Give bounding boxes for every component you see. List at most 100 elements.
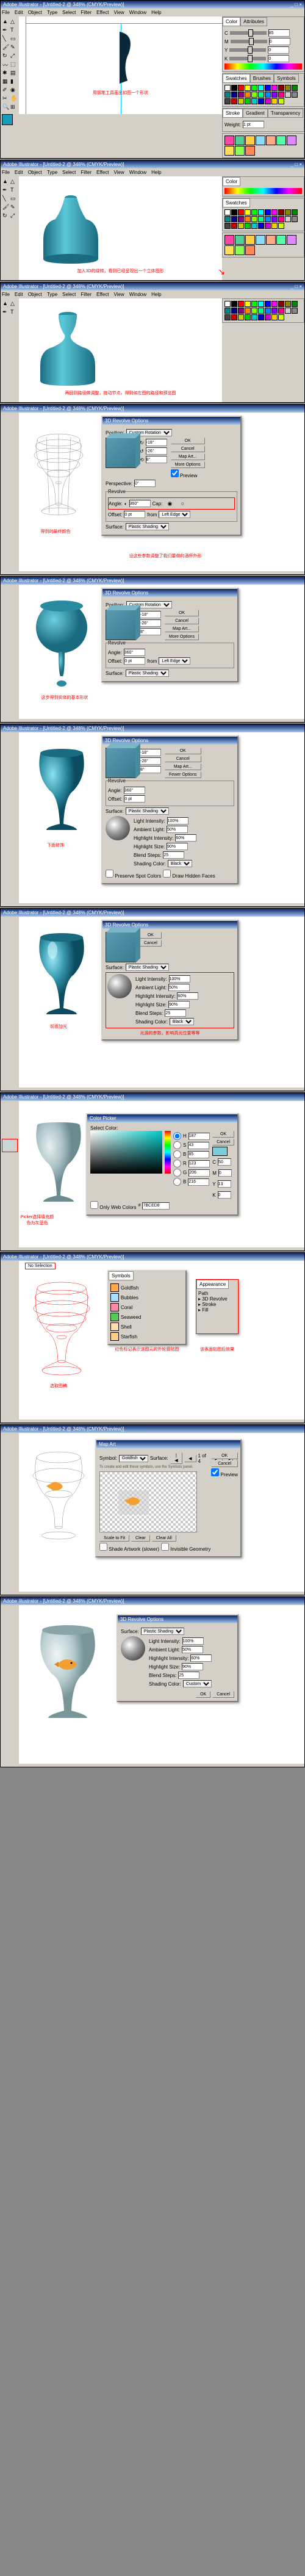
symbol-thumb[interactable] xyxy=(110,1303,119,1311)
symbol-tool[interactable]: ✱ xyxy=(2,69,10,77)
ok-button[interactable]: OK xyxy=(171,438,205,444)
appearance-panel[interactable]: Appearance Path ▸ 3D Revolve ▸ Stroke ▸ … xyxy=(196,1279,239,1334)
canvas[interactable]: Map Art Symbol:Goldfish Surface:|◀◀1 of … xyxy=(19,1433,304,1592)
zoom-tool[interactable]: 🔍 xyxy=(2,103,10,111)
swatch-grid[interactable] xyxy=(224,85,302,104)
symbol-swatch[interactable] xyxy=(287,235,296,245)
swatch[interactable] xyxy=(271,98,278,104)
swatch[interactable] xyxy=(224,209,231,215)
hue-slider[interactable] xyxy=(165,1131,171,1174)
hand-tool[interactable]: ✋ xyxy=(10,95,18,103)
swatch[interactable] xyxy=(265,85,271,91)
rotation-cube[interactable] xyxy=(106,748,136,778)
surface-prev[interactable]: ◀ xyxy=(184,1455,196,1462)
rect-tool[interactable]: ▭ xyxy=(10,35,18,43)
swatch[interactable] xyxy=(265,314,271,320)
swatch[interactable] xyxy=(258,314,264,320)
swatch[interactable] xyxy=(245,216,251,222)
symbol-select[interactable]: Goldfish xyxy=(119,1455,148,1462)
vase-3d[interactable] xyxy=(37,186,104,265)
swatch[interactable] xyxy=(231,216,237,222)
swatch[interactable] xyxy=(231,308,237,314)
canvas[interactable]: 再回到路径做调整，拖动节点，得到如左图的路径和预览图 xyxy=(19,298,222,402)
swatch[interactable] xyxy=(245,92,251,98)
symbol-swatch[interactable] xyxy=(245,146,255,156)
swatch[interactable] xyxy=(285,216,291,222)
fill-color[interactable] xyxy=(2,114,13,125)
tab-transparency[interactable]: Transparency xyxy=(268,109,304,118)
swatch[interactable] xyxy=(224,92,231,98)
wineglass-grey[interactable] xyxy=(28,1116,89,1208)
blend-tool[interactable]: ◉ xyxy=(10,86,18,94)
symbol-grid[interactable] xyxy=(224,135,302,156)
y-slider[interactable] xyxy=(229,48,266,52)
wineglass-with-fish[interactable] xyxy=(31,1620,104,1724)
swatch[interactable] xyxy=(238,216,244,222)
eyedropper-tool[interactable]: ✐ xyxy=(2,86,10,94)
menu-object[interactable]: Object xyxy=(28,10,42,15)
canvas[interactable]: 前面加光 3D Revolve Options OKCancel Surface… xyxy=(19,917,304,1088)
swatch[interactable] xyxy=(231,85,237,91)
symbols-panel-float[interactable]: Symbols Goldfish Bubbles Coral Seaweed S… xyxy=(107,1270,187,1345)
m-value[interactable] xyxy=(269,38,290,45)
wineglass-wireframe[interactable] xyxy=(28,431,89,516)
swatch[interactable] xyxy=(258,223,264,229)
swatch[interactable] xyxy=(278,308,284,314)
symbol-swatch[interactable] xyxy=(224,135,234,145)
swatch[interactable] xyxy=(265,98,271,104)
cap-off-icon[interactable]: ○ xyxy=(177,498,188,509)
swatch[interactable] xyxy=(251,223,257,229)
surface-first[interactable]: |◀ xyxy=(170,1452,182,1464)
menu-select[interactable]: Select xyxy=(62,10,76,15)
light-sphere[interactable] xyxy=(107,974,132,998)
symbol-thumb[interactable] xyxy=(110,1293,119,1302)
swatch[interactable] xyxy=(224,308,231,314)
swatch[interactable] xyxy=(245,314,251,320)
brush-tool[interactable]: 🖌 xyxy=(2,43,10,51)
swatch[interactable] xyxy=(285,308,291,314)
rotation-cube[interactable] xyxy=(106,438,136,468)
swatch[interactable] xyxy=(231,301,237,307)
ok-button[interactable]: OK xyxy=(211,1452,238,1459)
symbol-swatch[interactable] xyxy=(235,235,245,245)
swatch[interactable] xyxy=(224,223,231,229)
swatch[interactable] xyxy=(251,209,257,215)
swatch[interactable] xyxy=(271,85,278,91)
scale-tool[interactable]: ⤢ xyxy=(10,52,18,60)
symbol-swatch[interactable] xyxy=(266,235,276,245)
cancel-button[interactable]: Cancel xyxy=(212,1139,234,1145)
swatch[interactable] xyxy=(251,308,257,314)
swatch[interactable] xyxy=(251,301,257,307)
swatch[interactable] xyxy=(265,92,271,98)
swatch[interactable] xyxy=(258,209,264,215)
canvas[interactable]: 得到的最终颜色 3D Revolve Options Position:Cust… xyxy=(19,413,304,571)
swatch[interactable] xyxy=(285,209,291,215)
cancel-button[interactable]: Cancel xyxy=(212,1691,234,1698)
edge-select[interactable]: Left Edge xyxy=(159,511,190,518)
menu-file[interactable]: File xyxy=(2,10,10,15)
tab-gradient[interactable]: Gradient xyxy=(243,109,268,118)
swatch[interactable] xyxy=(231,98,237,104)
swatch[interactable] xyxy=(278,314,284,320)
swatch[interactable] xyxy=(245,223,251,229)
rotation-cube[interactable] xyxy=(106,610,136,640)
swatch[interactable] xyxy=(292,301,298,307)
tab-symbols[interactable]: Symbols xyxy=(274,74,299,83)
swatch[interactable] xyxy=(245,98,251,104)
swatch[interactable] xyxy=(245,209,251,215)
tab-color[interactable]: Color xyxy=(223,17,240,26)
swatch[interactable] xyxy=(278,98,284,104)
swatch[interactable] xyxy=(271,216,278,222)
swatch[interactable] xyxy=(285,301,291,307)
vase-adjusted[interactable] xyxy=(37,308,98,387)
symbol-swatch[interactable] xyxy=(224,146,234,156)
swatch[interactable] xyxy=(258,308,264,314)
swatch[interactable] xyxy=(245,301,251,307)
menu-edit[interactable]: Edit xyxy=(15,10,23,15)
swatch[interactable] xyxy=(238,314,244,320)
symbol-swatch[interactable] xyxy=(245,235,255,245)
swatch[interactable] xyxy=(238,92,244,98)
cancel-button[interactable]: Cancel xyxy=(211,1460,238,1467)
mapped-symbol[interactable] xyxy=(124,1495,142,1507)
warp-tool[interactable]: 〰 xyxy=(2,60,10,68)
